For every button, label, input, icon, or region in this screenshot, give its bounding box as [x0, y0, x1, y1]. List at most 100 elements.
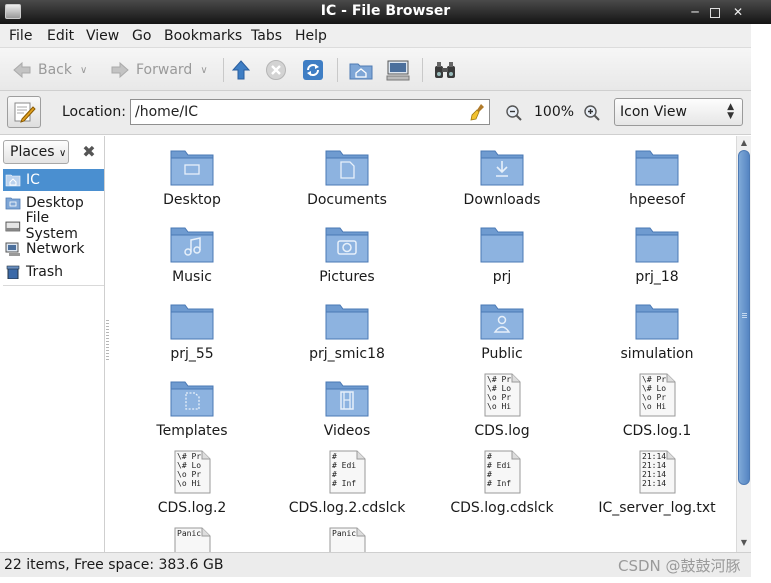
zoom-out-icon[interactable]: [505, 104, 523, 122]
folder-item[interactable]: Downloads: [427, 136, 577, 213]
text-file-icon: \# Pr\# Lo\o Pr\o Hi: [174, 450, 211, 494]
back-button[interactable]: Back ∨: [12, 59, 87, 81]
sidebar-item-label: Desktop: [26, 195, 84, 211]
folder-icon: [635, 227, 679, 263]
file-item[interactable]: # # Edi # # Inf CDS.log.cdslck: [427, 444, 577, 521]
menu-file[interactable]: File: [9, 28, 32, 44]
folder-item[interactable]: Desktop: [117, 136, 267, 213]
stop-button[interactable]: [265, 59, 287, 81]
folder-item[interactable]: prj_55: [117, 290, 267, 367]
folder-icon: [480, 304, 524, 340]
scroll-up-icon[interactable]: ▲: [738, 138, 750, 150]
clear-brush-icon[interactable]: [470, 103, 488, 121]
sidebar-item-ic[interactable]: IC: [3, 169, 104, 191]
back-dropdown-icon[interactable]: ∨: [80, 65, 87, 76]
file-item[interactable]: \# Pr \# Lo \o Pr \o Hi CDS.log: [427, 367, 577, 444]
zoom-level: 100%: [534, 104, 575, 120]
folder-icon: [170, 227, 214, 263]
text-file-icon: \# Pr\# Lo\o Pr\o Hi: [639, 373, 676, 417]
folder-item[interactable]: Pictures: [272, 213, 422, 290]
svg-text:# Inf: # Inf: [332, 479, 356, 488]
icon-view[interactable]: Desktop Documents Downloads hpeesof Music Pic…: [110, 136, 736, 552]
sidebar-item-file-system[interactable]: File System: [3, 210, 104, 242]
close-icon[interactable]: ✕: [731, 5, 745, 19]
svg-text:21:14: 21:14: [642, 452, 666, 461]
places-selector[interactable]: Places ∨: [3, 140, 69, 164]
folder-item[interactable]: prj_smic18: [272, 290, 422, 367]
svg-text:# Edi: # Edi: [487, 461, 511, 470]
folder-item[interactable]: Documents: [272, 136, 422, 213]
reload-button[interactable]: [302, 59, 324, 81]
view-mode-value: Icon View: [620, 104, 687, 120]
menu-help[interactable]: Help: [295, 28, 327, 44]
file-item[interactable]: # # Edi # # Inf CDS.log.2.cdslck: [272, 444, 422, 521]
file-item[interactable]: Panic: [117, 521, 267, 552]
forward-dropdown-icon[interactable]: ∨: [200, 65, 207, 76]
svg-text:\# Pr: \# Pr: [487, 375, 511, 384]
file-item[interactable]: 21:14 21:14 21:14 21:14 IC_server_log.txt: [582, 444, 732, 521]
close-sidebar-icon[interactable]: ✖: [79, 142, 99, 162]
folder-item[interactable]: Templates: [117, 367, 267, 444]
menu-bar: File Edit View Go Bookmarks Tabs Help: [0, 24, 771, 48]
folder-item[interactable]: simulation: [582, 290, 732, 367]
sidebar-item-label: Network: [26, 241, 85, 257]
maximize-icon[interactable]: [710, 8, 720, 18]
folder-item[interactable]: Music: [117, 213, 267, 290]
svg-text:Panic: Panic: [332, 529, 356, 538]
status-text: 22 items, Free space: 383.6 GB: [4, 557, 224, 573]
vertical-scrollbar[interactable]: ▲ ▼: [736, 136, 751, 552]
location-input[interactable]: [130, 99, 490, 125]
places-label: Places: [10, 144, 55, 160]
forward-button[interactable]: Forward ∨: [110, 59, 208, 81]
up-arrow-icon: [231, 60, 251, 80]
toggle-location-button[interactable]: [7, 96, 41, 128]
svg-text:\o Pr: \o Pr: [177, 470, 201, 479]
menu-edit[interactable]: Edit: [47, 28, 74, 44]
svg-text:Panic: Panic: [177, 529, 201, 538]
item-label: prj_smic18: [309, 346, 385, 362]
item-label: simulation: [620, 346, 694, 362]
svg-text:21:14: 21:14: [642, 461, 666, 470]
folder-icon: [170, 150, 214, 186]
sidebar-item-label: IC: [26, 172, 40, 188]
folder-icon: [480, 227, 524, 263]
folder-item[interactable]: prj_18: [582, 213, 732, 290]
file-item[interactable]: \# Pr \# Lo \o Pr \o Hi CDS.log.2: [117, 444, 267, 521]
svg-text:\# Lo: \# Lo: [177, 461, 201, 470]
svg-text:\o Hi: \o Hi: [487, 402, 511, 411]
menu-bookmarks[interactable]: Bookmarks: [164, 28, 242, 44]
home-button[interactable]: [349, 59, 373, 81]
scroll-down-icon[interactable]: ▼: [738, 538, 750, 550]
folder-item[interactable]: prj: [427, 213, 577, 290]
folder-item[interactable]: Public: [427, 290, 577, 367]
title-bar[interactable]: IC - File Browser ─ ✕: [0, 0, 771, 24]
search-button[interactable]: [433, 59, 457, 81]
minimize-icon[interactable]: ─: [688, 5, 702, 19]
svg-text:#: #: [487, 452, 492, 461]
menu-view[interactable]: View: [86, 28, 119, 44]
folder-icon: [635, 150, 679, 186]
folder-icon: [325, 304, 369, 340]
menu-go[interactable]: Go: [132, 28, 151, 44]
folder-item[interactable]: Videos: [272, 367, 422, 444]
scrollbar-thumb[interactable]: [738, 150, 750, 485]
file-item[interactable]: Panic: [272, 521, 422, 552]
view-mode-select[interactable]: Icon View ▲ ▼: [614, 98, 743, 126]
reload-icon: [303, 60, 323, 80]
text-file-icon: Panic: [329, 527, 366, 552]
sidebar-header: Places ∨ ✖: [3, 140, 103, 164]
zoom-in-icon[interactable]: [583, 104, 601, 122]
computer-button[interactable]: [386, 59, 410, 81]
sidebar-item-trash[interactable]: Trash: [3, 261, 104, 283]
pane-resize-handle[interactable]: [106, 320, 109, 360]
up-button[interactable]: [231, 59, 251, 81]
svg-text:# Inf: # Inf: [487, 479, 511, 488]
item-label: CDS.log.2.cdslck: [288, 500, 406, 516]
file-item[interactable]: \# Pr \# Lo \o Pr \o Hi CDS.log.1: [582, 367, 732, 444]
svg-text:21:14: 21:14: [642, 470, 666, 479]
menu-tabs[interactable]: Tabs: [251, 28, 282, 44]
sidebar-item-network[interactable]: Network: [3, 238, 104, 260]
folder-item[interactable]: hpeesof: [582, 136, 732, 213]
svg-text:# Edi: # Edi: [332, 461, 356, 470]
text-file-icon: 21:1421:1421:1421:14: [639, 450, 676, 494]
